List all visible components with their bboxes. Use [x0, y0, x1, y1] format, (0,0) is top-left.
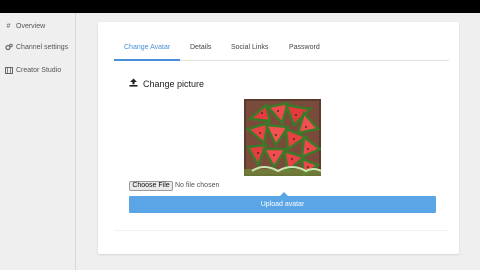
settings-card: Change Avatar Details Social Links Passw…	[98, 22, 459, 254]
tab-change-avatar[interactable]: Change Avatar	[124, 44, 170, 51]
upload-avatar-button[interactable]: Upload avatar	[129, 196, 436, 213]
sidebar-item-label: Channel settings	[16, 43, 69, 51]
sidebar-item-overview[interactable]: # Overview	[4, 21, 46, 31]
tab-password[interactable]: Password	[289, 44, 320, 51]
hash-icon: #	[6, 22, 11, 30]
sidebar-item-channel-settings[interactable]: Channel settings	[4, 42, 68, 52]
choose-file-button[interactable]: Choose File	[129, 181, 173, 191]
heading-text: Change picture	[143, 78, 205, 89]
active-tab-indicator	[114, 59, 180, 61]
change-picture-heading: Change picture	[129, 78, 204, 89]
avatar-preview-image	[244, 99, 321, 176]
tab-bar: Change Avatar Details Social Links Passw…	[114, 37, 449, 61]
card-divider	[114, 230, 449, 231]
sidebar-item-creator-studio[interactable]: Creator Studio	[4, 65, 61, 75]
tab-details[interactable]: Details	[190, 44, 211, 51]
file-status-text: No file chosen	[175, 182, 220, 189]
sidebar: # Overview Channel settings Creator Stud…	[0, 13, 76, 270]
upload-icon	[129, 78, 138, 89]
sidebar-item-label: Overview	[16, 22, 46, 30]
sidebar-item-label: Creator Studio	[16, 66, 62, 74]
gears-icon	[4, 43, 13, 51]
film-icon	[4, 66, 13, 74]
app-window: # Overview Channel settings Creator Stud…	[0, 13, 480, 270]
tab-social-links[interactable]: Social Links	[231, 44, 268, 51]
